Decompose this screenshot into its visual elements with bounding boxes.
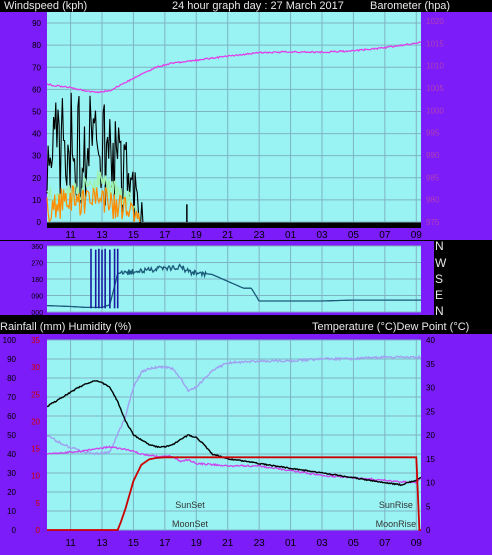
x-tick-label-top: 11	[65, 230, 76, 241]
wind-tick-label: 70	[32, 63, 41, 72]
baro-tick-label: 990	[426, 151, 440, 160]
rain-tick-label: 25	[31, 390, 40, 399]
rain-tick-label: 5	[36, 499, 41, 508]
x-tick-label-top: 09	[411, 230, 423, 241]
x-tick-label-top: 21	[222, 230, 234, 241]
temp-tick-label: 20	[426, 431, 435, 440]
dir-tick-label: 360	[31, 244, 43, 251]
rain-tick-label: 15	[31, 445, 40, 454]
x-tick-label-bottom: 07	[379, 538, 391, 549]
x-tick-label-bottom: 17	[159, 538, 171, 549]
baro-tick-label: 1000	[426, 106, 444, 115]
humidity-tick-label: 60	[7, 412, 16, 421]
x-tick-label-bottom: 19	[191, 538, 203, 549]
humidity-tick-label: 50	[7, 431, 16, 440]
baro-tick-label: 1015	[426, 39, 444, 48]
x-tick-label-bottom: 11	[65, 538, 76, 549]
temp-tick-label: 30	[426, 384, 435, 393]
temp-tick-label: 35	[426, 360, 435, 369]
humidity-tick-label: 100	[3, 336, 17, 345]
x-tick-label-top: 13	[96, 230, 108, 241]
moonrise-label: MoonRise	[376, 519, 417, 529]
x-tick-label-bottom: 03	[316, 538, 328, 549]
wind-tick-label: 30	[32, 152, 41, 161]
temp-tick-label: 5	[426, 502, 431, 511]
humidity-tick-label: 20	[7, 488, 16, 497]
dir-tick-label: 000	[31, 310, 43, 317]
moonset-label: MoonSet	[172, 519, 209, 529]
humidity-tick-label: 90	[7, 355, 16, 364]
rain-tick-label: 30	[31, 363, 40, 372]
wind-tick-label: 60	[32, 85, 41, 94]
baro-tick-label: 985	[426, 173, 440, 182]
x-tick-label-bottom: 21	[222, 538, 234, 549]
wind-tick-label: 10	[32, 196, 41, 205]
x-tick-label-top: 15	[128, 230, 140, 241]
wind-tick-label: 90	[32, 19, 41, 28]
x-tick-label-top: 03	[316, 230, 328, 241]
x-tick-label-top: 17	[159, 230, 171, 241]
temp-tick-label: 10	[426, 479, 435, 488]
x-tick-label-top: 05	[348, 230, 360, 241]
baro-tick-label: 995	[426, 129, 440, 138]
x-tick-label-top: 19	[191, 230, 203, 241]
dir-tick-label: 270	[31, 261, 43, 268]
x-tick-label-top: 01	[285, 230, 297, 241]
wind-tick-label: 40	[32, 130, 41, 139]
x-tick-label-bottom: 09	[411, 538, 423, 549]
baro-tick-label: 980	[426, 196, 440, 205]
rain-tick-label: 0	[36, 526, 41, 535]
humidity-tick-label: 30	[7, 469, 16, 478]
x-tick-label-bottom: 13	[96, 538, 108, 549]
rain-tick-label: 10	[31, 472, 40, 481]
temp-tick-label: 40	[426, 336, 435, 345]
x-tick-label-top: 07	[379, 230, 391, 241]
humidity-tick-label: 70	[7, 393, 16, 402]
baro-tick-label: 975	[426, 218, 440, 227]
x-tick-label-bottom: 23	[254, 538, 266, 549]
rain-tick-label: 20	[31, 417, 40, 426]
sunset-label: SunSet	[175, 500, 205, 510]
x-tick-label-bottom: 01	[285, 538, 297, 549]
x-tick-label-top: 23	[254, 230, 266, 241]
wind-tick-label: 50	[32, 107, 41, 116]
wind-tick-label: 20	[32, 174, 41, 183]
x-tick-label-bottom: 15	[128, 538, 140, 549]
wind-tick-label: 80	[32, 41, 41, 50]
humidity-tick-label: 10	[7, 507, 16, 516]
humidity-tick-label: 40	[7, 450, 16, 459]
baro-tick-label: 1005	[426, 84, 444, 93]
weather-graphs: 1111131315151717191921212323010103030505…	[0, 12, 492, 555]
temp-tick-label: 15	[426, 455, 435, 464]
baro-tick-label: 1010	[426, 62, 444, 71]
sunrise-label: SunRise	[379, 500, 413, 510]
rain-tick-label: 35	[31, 336, 40, 345]
temp-tick-label: 0	[426, 526, 431, 535]
humidity-tick-label: 80	[7, 374, 16, 383]
temp-tick-label: 25	[426, 407, 435, 416]
dir-tick-label: 180	[31, 277, 43, 284]
dir-tick-label: 090	[31, 294, 43, 301]
x-tick-label-bottom: 05	[348, 538, 360, 549]
wind-tick-label: 0	[37, 218, 42, 227]
baro-tick-label: 1020	[426, 17, 444, 26]
humidity-tick-label: 0	[12, 526, 17, 535]
